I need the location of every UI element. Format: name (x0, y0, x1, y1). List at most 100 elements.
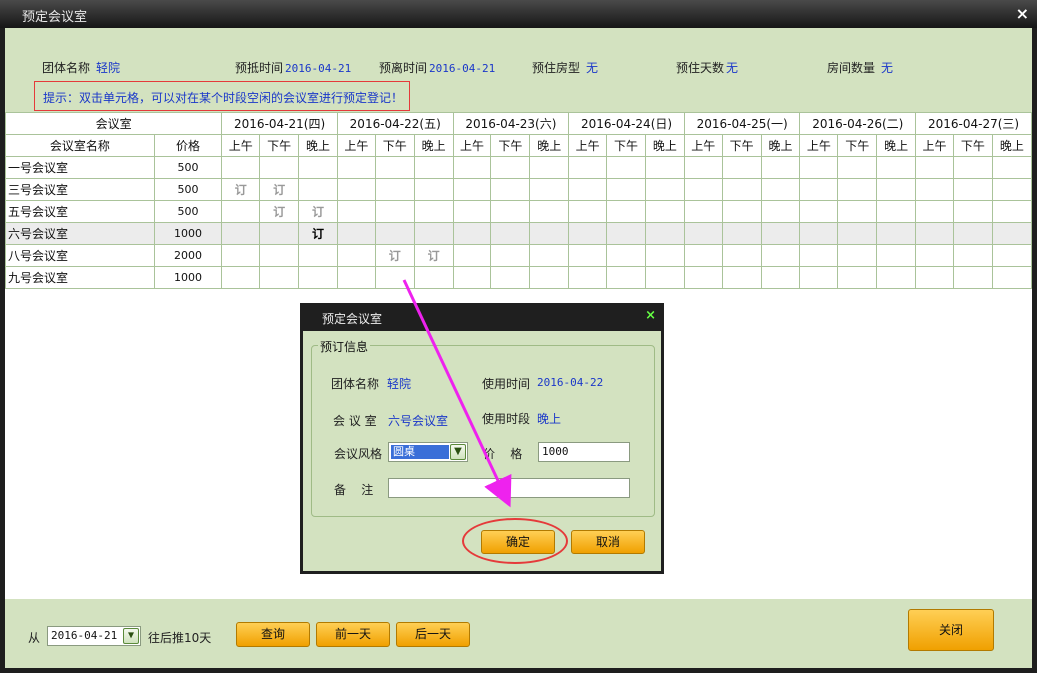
slot-cell[interactable] (568, 244, 608, 267)
slot-cell[interactable] (374, 178, 415, 201)
slot-cell[interactable] (644, 200, 685, 223)
slot-cell[interactable] (336, 156, 376, 179)
slot-cell[interactable] (490, 200, 531, 223)
slot-cell[interactable] (760, 244, 801, 267)
slot-cell[interactable] (298, 244, 338, 267)
slot-cell[interactable] (683, 244, 723, 267)
slot-cell[interactable] (683, 156, 723, 179)
next-day-button[interactable]: 后一天 (396, 622, 470, 647)
slot-cell[interactable] (490, 156, 531, 179)
slot-cell[interactable] (336, 200, 376, 223)
slot-cell[interactable] (760, 200, 801, 223)
slot-cell[interactable] (837, 266, 878, 289)
slot-cell[interactable] (413, 222, 454, 245)
slot-cell[interactable] (876, 266, 917, 289)
meeting-style-select[interactable]: 圆桌 ▼ (388, 442, 468, 462)
slot-cell[interactable] (298, 178, 338, 201)
slot-cell[interactable] (529, 156, 570, 179)
ok-button[interactable]: 确定 (481, 530, 555, 554)
slot-cell[interactable] (683, 266, 723, 289)
slot-cell[interactable] (799, 156, 839, 179)
slot-cell[interactable] (644, 222, 685, 245)
slot-cell[interactable] (568, 200, 608, 223)
slot-cell[interactable] (991, 178, 1033, 201)
slot-cell[interactable] (683, 178, 723, 201)
slot-cell[interactable] (721, 222, 762, 245)
slot-cell[interactable] (644, 266, 685, 289)
slot-cell[interactable] (606, 156, 646, 179)
table-row[interactable]: 六号会议室 1000 订 (5, 222, 1033, 245)
slot-cell[interactable] (721, 178, 762, 201)
slot-cell[interactable] (452, 266, 492, 289)
slot-cell[interactable] (336, 266, 376, 289)
slot-cell[interactable]: 订 (298, 222, 338, 245)
slot-cell[interactable] (606, 178, 646, 201)
slot-cell[interactable] (452, 200, 492, 223)
slot-cell[interactable] (374, 200, 415, 223)
slot-cell[interactable] (837, 244, 878, 267)
slot-cell[interactable]: 订 (298, 200, 338, 223)
slot-cell[interactable] (915, 222, 954, 245)
chevron-down-icon[interactable]: ▼ (123, 628, 139, 644)
table-row[interactable]: 三号会议室 500 订 订 (5, 178, 1033, 201)
slot-cell[interactable] (837, 222, 878, 245)
slot-cell[interactable]: 订 (259, 178, 300, 201)
slot-cell[interactable] (452, 178, 492, 201)
slot-cell[interactable] (876, 156, 917, 179)
slot-cell[interactable] (606, 266, 646, 289)
slot-cell[interactable] (529, 200, 570, 223)
slot-cell[interactable] (953, 222, 993, 245)
table-row[interactable]: 八号会议室 2000 订 订 (5, 244, 1033, 267)
slot-cell[interactable] (876, 178, 917, 201)
slot-cell[interactable] (760, 178, 801, 201)
slot-cell[interactable] (644, 244, 685, 267)
slot-cell[interactable] (298, 266, 338, 289)
slot-cell[interactable] (799, 222, 839, 245)
slot-cell[interactable] (221, 222, 261, 245)
slot-cell[interactable] (953, 156, 993, 179)
slot-cell[interactable] (259, 244, 300, 267)
slot-cell[interactable] (721, 244, 762, 267)
slot-cell[interactable] (953, 200, 993, 223)
slot-cell[interactable] (452, 156, 492, 179)
slot-cell[interactable] (799, 200, 839, 223)
slot-cell[interactable] (568, 222, 608, 245)
slot-cell[interactable] (259, 156, 300, 179)
slot-cell[interactable] (644, 156, 685, 179)
slot-cell[interactable] (568, 266, 608, 289)
slot-cell[interactable] (837, 156, 878, 179)
slot-cell[interactable] (529, 266, 570, 289)
slot-cell[interactable] (413, 266, 454, 289)
start-date-combo[interactable]: 2016-04-21 ▼ (47, 626, 141, 646)
slot-cell[interactable]: 订 (374, 244, 415, 267)
dialog-close-icon[interactable]: × (645, 308, 656, 323)
slot-cell[interactable] (721, 200, 762, 223)
query-button[interactable]: 查询 (236, 622, 310, 647)
slot-cell[interactable] (760, 156, 801, 179)
slot-cell[interactable] (876, 222, 917, 245)
slot-cell[interactable] (221, 266, 261, 289)
slot-cell[interactable] (644, 178, 685, 201)
slot-cell[interactable] (953, 266, 993, 289)
slot-cell[interactable] (298, 156, 338, 179)
slot-cell[interactable] (799, 266, 839, 289)
slot-cell[interactable] (336, 222, 376, 245)
close-button[interactable]: 关闭 (908, 609, 994, 651)
slot-cell[interactable] (606, 222, 646, 245)
slot-cell[interactable] (876, 244, 917, 267)
slot-cell[interactable] (529, 178, 570, 201)
slot-cell[interactable] (568, 178, 608, 201)
table-row[interactable]: 五号会议室 500 订 订 (5, 200, 1033, 223)
slot-cell[interactable] (915, 156, 954, 179)
slot-cell[interactable] (413, 156, 454, 179)
slot-cell[interactable] (221, 156, 261, 179)
slot-cell[interactable] (915, 200, 954, 223)
slot-cell[interactable] (606, 200, 646, 223)
table-row[interactable]: 一号会议室 500 (5, 156, 1033, 179)
slot-cell[interactable] (837, 200, 878, 223)
slot-cell[interactable] (837, 178, 878, 201)
slot-cell[interactable] (221, 244, 261, 267)
note-input[interactable] (388, 478, 630, 498)
price-input[interactable]: 1000 (538, 442, 630, 462)
slot-cell[interactable] (683, 200, 723, 223)
